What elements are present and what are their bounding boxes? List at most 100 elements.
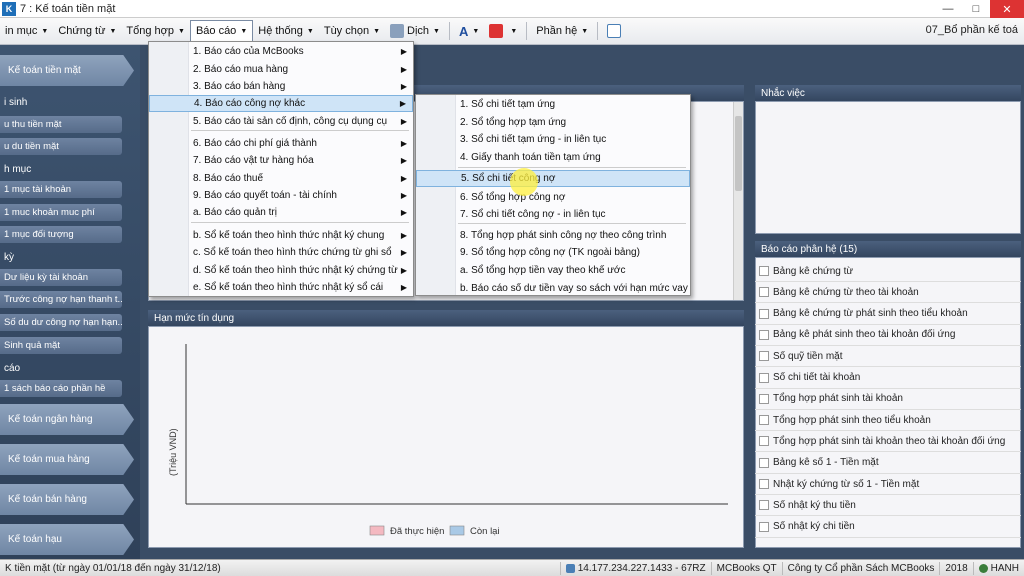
menu-chung-tu[interactable]: Chứng từ ▼: [53, 20, 121, 42]
maximize-icon[interactable]: □: [962, 0, 990, 18]
report-list-item[interactable]: Tổng hợp phát sinh tài khoản theo tài kh…: [759, 431, 1021, 451]
report-list-item[interactable]: Số nhật ký chi tiền: [759, 517, 1021, 537]
color-icon: [489, 24, 504, 38]
bao-cao-menu-item[interactable]: 4. Báo cáo công nợ khác ▶: [149, 95, 413, 112]
sidebar-item[interactable]: Sinh quả mặt: [0, 337, 122, 354]
cong-no-menu-item[interactable]: 7. Sổ chi tiết công nợ - in liên tục: [416, 206, 690, 223]
status-server: 14.177.234.227.1433 - 67RZ: [559, 561, 711, 575]
bao-cao-menu-item[interactable]: c. Sổ kế toán theo hình thức chứng từ gh…: [149, 244, 413, 261]
section-dau-ky: kỳ: [4, 252, 14, 263]
report-list-item[interactable]: Số quỹ tiền mặt: [759, 346, 1021, 366]
bao-cao-menu-item[interactable]: 7. Báo cáo vật tư hàng hóa ▶: [149, 152, 413, 169]
report-list-item[interactable]: Bảng kê phát sinh theo tài khoản đối ứng: [759, 325, 1021, 345]
cong-no-menu-item[interactable]: 6. Sổ tổng hợp công nợ: [416, 189, 690, 206]
bao-cao-menu-item[interactable]: 5. Báo cáo tài sản cố định, công cụ dụng…: [149, 113, 413, 130]
bao-cao-menu-item[interactable]: e. Sổ kế toán theo hình thức nhật ký sổ …: [149, 279, 413, 296]
sidebar-item[interactable]: u thu tiền mặt: [0, 116, 122, 133]
user-icon: [978, 563, 988, 573]
status-company: Công ty Cổ phần Sách MCBooks: [781, 561, 940, 575]
report-doc-icon: [759, 287, 769, 298]
report-list-item[interactable]: Bảng kê chứng từ: [759, 261, 1021, 281]
caret-down-icon: ▼: [306, 27, 314, 35]
report-row-divider: [755, 536, 1021, 538]
credit-panel-header: Hạn mức tín dụng: [148, 310, 744, 326]
menu-tuy-chon[interactable]: Tùy chọn ▼: [319, 20, 385, 42]
submenu-arrow-icon: ▶: [400, 208, 407, 217]
reports-panel-header: Báo cáo phân hệ (15): [755, 241, 1021, 257]
close-icon[interactable]: ✕: [990, 0, 1024, 18]
submenu-arrow-icon: ▶: [400, 139, 407, 148]
cong-no-menu-item[interactable]: 5. Sổ chi tiết công nợ: [416, 170, 690, 187]
company-db-label: 07_Bổ phần kế toá: [925, 24, 1018, 36]
module-ke-toan-ban-hang[interactable]: Kế toán bán hàng: [0, 484, 134, 515]
mouse-cursor-highlight: [510, 168, 538, 196]
sidebar-item[interactable]: 1 mục đối tượng: [0, 226, 122, 243]
menu-separator: [191, 222, 409, 223]
bao-cao-menu-item[interactable]: 8. Báo cáo thuế ▶: [149, 170, 413, 187]
sidebar-item[interactable]: Số du dư công nợ hạn hạn...: [0, 314, 122, 331]
bao-cao-menu-item[interactable]: b. Sổ kế toán theo hình thức nhật ký chu…: [149, 227, 413, 244]
menu-he-thong[interactable]: Hệ thống ▼: [253, 20, 319, 42]
window-title: 7 : Kế toán tiền mặt: [20, 2, 116, 15]
module-ke-toan-hau[interactable]: Kế toán hạu: [0, 524, 134, 555]
submenu-arrow-icon: ▶: [400, 82, 407, 91]
report-list-item[interactable]: Bảng kê chứng từ theo tài khoản: [759, 282, 1021, 302]
submenu-arrow-icon: ▶: [400, 283, 407, 292]
cong-no-menu-item[interactable]: b. Báo cáo số dư tiền vay so sách với hạ…: [416, 280, 690, 297]
sidebar-item[interactable]: Trước công nợ hạn thanh t...: [0, 291, 122, 308]
report-list-item[interactable]: Tổng hợp phát sinh theo tiểu khoản: [759, 410, 1021, 430]
sidebar-item[interactable]: Dư liệu kỳ tài khoản: [0, 269, 122, 286]
app-logo-icon: K: [2, 1, 16, 16]
module-ke-toan-mua-hang[interactable]: Kế toán mua hàng: [0, 444, 134, 475]
report-doc-icon: [759, 479, 769, 489]
credit-chart: (Triệu VND) Đã thực hiện Còn lại: [168, 344, 728, 537]
submenu-arrow-icon: ▶: [400, 174, 407, 183]
sidebar-item[interactable]: 1 mục tài khoản: [0, 181, 122, 198]
menu-dich[interactable]: Dịch ▼: [385, 20, 445, 42]
report-doc-icon: [759, 436, 769, 447]
bao-cao-menu-item[interactable]: 2. Báo cáo mua hàng ▶: [149, 61, 413, 78]
status-bar: K tiền mặt (từ ngày 01/01/18 đến ngày 31…: [0, 559, 1024, 576]
cong-no-menu-item[interactable]: 2. Sổ tổng hợp tạm ứng: [416, 114, 690, 131]
menu-danh-muc[interactable]: in mục ▼: [0, 20, 53, 42]
scrollbar-thumb[interactable]: [735, 116, 742, 191]
caret-down-icon: ▼: [240, 27, 248, 35]
sidebar-item[interactable]: 1 sách báo cáo phần hề: [0, 380, 122, 397]
bao-cao-menu-item[interactable]: 1. Báo cáo của McBooks ▶: [149, 43, 413, 60]
bao-cao-menu-item[interactable]: 6. Báo cáo chi phí giá thành ▶: [149, 135, 413, 152]
bao-cao-menu-item[interactable]: 3. Báo cáo bán hàng ▶: [149, 78, 413, 95]
report-list-item[interactable]: Bảng kê chứng từ phát sinh theo tiểu kho…: [759, 304, 1021, 324]
bao-cao-menu-item[interactable]: 9. Báo cáo quyết toán - tài chính ▶: [149, 187, 413, 204]
scrollbar[interactable]: [733, 102, 743, 300]
report-list-item[interactable]: Bảng kê số 1 - Tiền mặt: [759, 453, 1021, 473]
bao-cao-menu-item[interactable]: d. Sổ kế toán theo hình thức nhật ký chứ…: [149, 262, 413, 279]
menu-phan-he[interactable]: Phần hệ ▼: [531, 20, 593, 42]
color-button[interactable]: ▼: [484, 20, 522, 42]
calendar-button[interactable]: [602, 20, 629, 42]
module-ke-toan-ngan-hang[interactable]: Kế toán ngân hàng: [0, 404, 134, 435]
cong-no-menu-item[interactable]: 3. Sổ chi tiết tạm ứng - in liên tục: [416, 131, 690, 148]
report-doc-icon: [759, 457, 769, 468]
report-list-item[interactable]: Nhật ký chứng từ số 1 - Tiền mặt: [759, 474, 1021, 494]
submenu-arrow-icon: ▶: [400, 266, 407, 275]
cong-no-menu-item[interactable]: 1. Sổ chi tiết tạm ứng: [416, 96, 690, 113]
calendar-icon: [607, 24, 622, 38]
cong-no-menu-item[interactable]: a. Sổ tổng hợp tiền vay theo khế ước: [416, 262, 690, 279]
server-icon: [565, 563, 575, 573]
report-list-item[interactable]: Số nhật ký thu tiền: [759, 495, 1021, 515]
sidebar-item[interactable]: 1 muc khoản muc phí: [0, 204, 122, 221]
cong-no-menu-item[interactable]: 8. Tổng hợp phát sinh công nợ theo công …: [416, 227, 690, 244]
report-list-item[interactable]: Tổng hợp phát sinh tài khoản: [759, 389, 1021, 409]
cong-no-menu-item[interactable]: 9. Sổ tổng hợp công nợ (TK ngoài bảng): [416, 244, 690, 261]
font-button[interactable]: A ▼: [454, 20, 484, 42]
report-list-item[interactable]: Số chi tiết tài khoản: [759, 368, 1021, 388]
reminder-panel-header: Nhắc việc: [755, 85, 1021, 101]
cong-no-menu-item[interactable]: 4. Giấy thanh toán tiền tạm ứng: [416, 149, 690, 166]
bao-cao-menu-item[interactable]: a. Báo cáo quản trị ▶: [149, 204, 413, 221]
sidebar-item[interactable]: u du tiền mặt: [0, 138, 122, 155]
menu-tong-hop[interactable]: Tổng hợp ▼: [121, 20, 190, 42]
module-ke-toan-tien-mat[interactable]: Kế toán tiền mặt: [0, 55, 134, 86]
menu-bao-cao[interactable]: Báo cáo ▼: [189, 20, 254, 42]
legend-swatch: [369, 525, 385, 536]
minimize-icon[interactable]: —: [934, 0, 962, 18]
